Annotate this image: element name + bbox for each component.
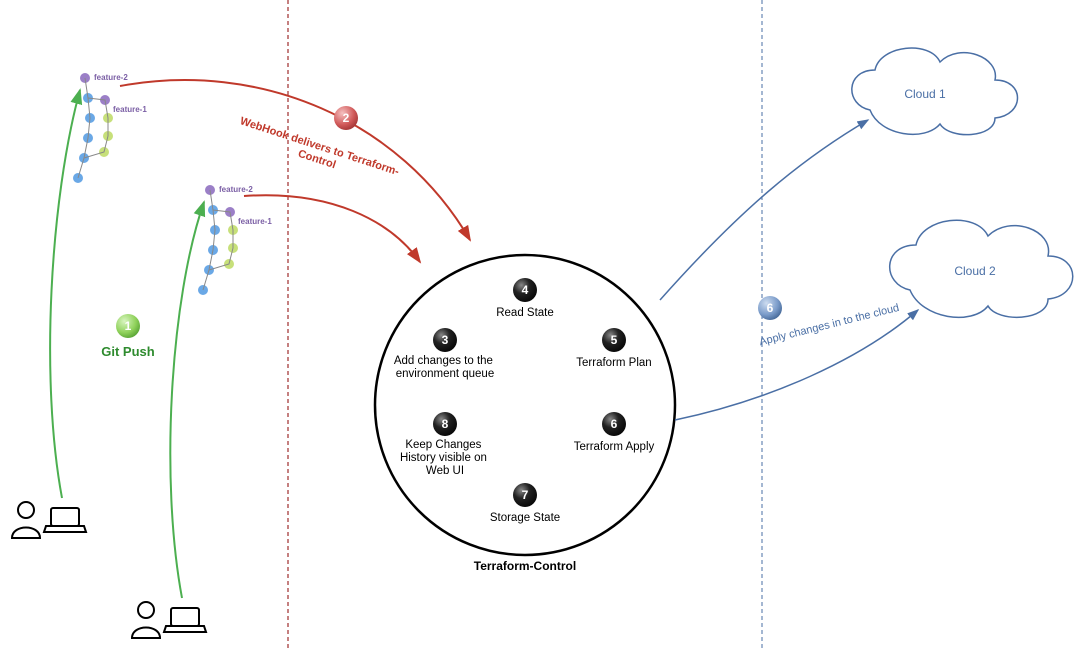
svg-text:8: 8 (442, 417, 449, 431)
svg-text:Add changes to the envir: Add changes to the environment queue (394, 355, 496, 380)
svg-text:Read State: Read State (496, 307, 554, 319)
svg-text:Terraform Apply: Terraform Apply (574, 441, 655, 453)
git-label-feature2-a: feature-2 (94, 73, 128, 82)
git-graph-1: feature-2 feature-1 (73, 73, 147, 183)
git-graph-2: feature-2 feature-1 (198, 185, 272, 295)
laptop-2 (164, 608, 206, 632)
svg-text:3: 3 (442, 333, 449, 347)
svg-text:5: 5 (611, 333, 618, 347)
label-webhook: WebHook delivers to Terraform- Control (234, 115, 403, 191)
svg-text:Git Push: Git Push (101, 344, 155, 359)
svg-text:7: 7 (522, 488, 529, 502)
svg-text:2: 2 (343, 111, 350, 125)
svg-text:6: 6 (767, 301, 774, 315)
arrow-webhook-1 (120, 80, 470, 240)
laptop-1 (44, 508, 86, 532)
svg-text:4: 4 (522, 283, 529, 297)
svg-text:Storage State: Storage State (490, 512, 560, 524)
arrow-git-push-1 (50, 90, 80, 498)
label-apply-changes: 6 Apply changes in to the cloud (758, 296, 900, 348)
svg-text:WebHook delivers to Terraform-: WebHook delivers to Terraform- Control (234, 115, 403, 191)
svg-text:Terraform Plan: Terraform Plan (576, 357, 651, 369)
svg-text:6: 6 (611, 417, 618, 431)
git-label-feature2-b: feature-2 (219, 185, 253, 194)
badge-webhook: 2 (334, 106, 358, 130)
svg-text:Cloud 1: Cloud 1 (904, 87, 946, 101)
arrow-webhook-2 (244, 195, 420, 262)
diagram-canvas: feature-2 feature-1 feature-2 feature-1 … (0, 0, 1074, 648)
user-1 (12, 502, 40, 538)
terraform-control-title: Terraform-Control (474, 559, 576, 573)
cloud-2: Cloud 2 (890, 220, 1073, 317)
svg-text:Cloud 2: Cloud 2 (954, 264, 996, 278)
cloud-1: Cloud 1 (852, 48, 1018, 135)
svg-text:1: 1 (125, 319, 132, 333)
label-git-push: 1 Git Push (101, 314, 155, 359)
git-label-feature1-b: feature-1 (238, 217, 272, 226)
git-label-feature1-a: feature-1 (113, 105, 147, 114)
arrow-git-push-2 (170, 202, 204, 598)
arrow-to-cloud1 (660, 120, 868, 300)
user-2 (132, 602, 160, 638)
